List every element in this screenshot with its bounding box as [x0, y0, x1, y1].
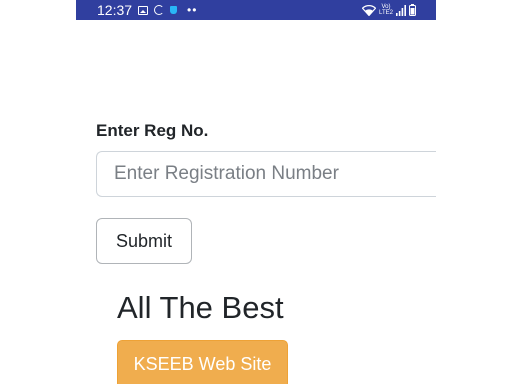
registration-number-input[interactable]	[96, 151, 436, 197]
page: 12:37 •• Vo) LTE2 Enter Reg No. Enter Re…	[0, 0, 512, 384]
lte-label: LTE2	[379, 10, 393, 16]
notification-icons: ••	[138, 4, 197, 16]
volte-icon: Vo) LTE2	[379, 4, 393, 16]
signal-icon	[396, 4, 406, 16]
kseeb-website-button[interactable]: KSEEB Web Site	[117, 340, 288, 384]
best-wishes-heading: All The Best	[117, 290, 284, 325]
status-bar: 12:37 •• Vo) LTE2	[76, 0, 436, 20]
sync-icon	[154, 5, 164, 15]
system-icons: Vo) LTE2	[362, 3, 416, 17]
more-dots-icon: ••	[187, 3, 198, 17]
submit-button[interactable]: Submit	[96, 218, 192, 264]
phone-screen: 12:37 •• Vo) LTE2 Enter Reg No. Enter Re…	[76, 0, 436, 384]
status-time: 12:37	[97, 2, 133, 18]
shop-icon	[170, 6, 177, 14]
battery-icon	[409, 4, 416, 16]
wifi-icon	[362, 4, 376, 16]
reg-number-label: Enter Reg No.	[96, 121, 209, 140]
gallery-icon	[138, 5, 148, 15]
